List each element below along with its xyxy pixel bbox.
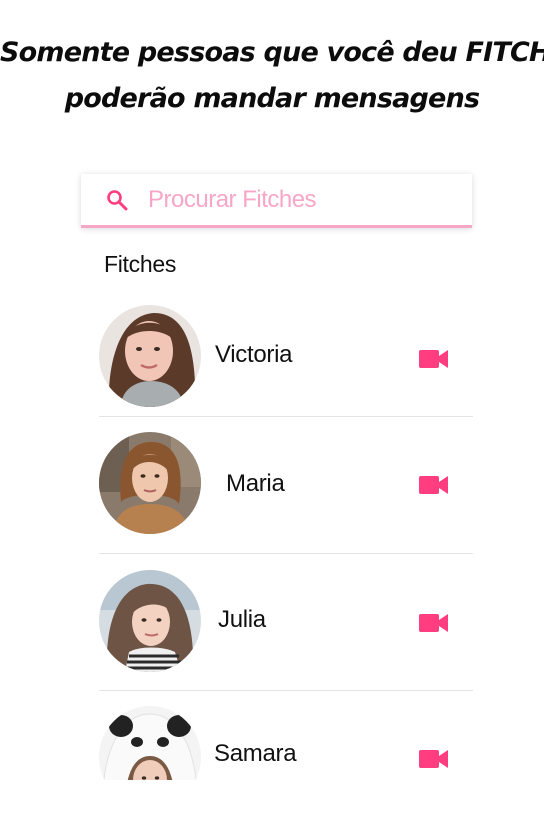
search-input[interactable] — [148, 185, 448, 214]
avatar — [99, 305, 201, 407]
video-camera-icon[interactable] — [419, 613, 449, 633]
divider — [99, 416, 473, 417]
avatar — [99, 432, 201, 534]
video-camera-icon[interactable] — [419, 349, 449, 369]
contact-name: Victoria — [215, 341, 293, 368]
divider — [99, 553, 473, 554]
headline-line-1: Somente pessoas que você deu FITCH — [0, 37, 544, 68]
list-item[interactable]: Victoria — [99, 305, 473, 417]
contact-name: Julia — [218, 606, 266, 633]
video-camera-icon[interactable] — [419, 749, 449, 769]
search-bar[interactable] — [81, 174, 472, 228]
avatar — [99, 570, 201, 672]
contact-name: Maria — [226, 470, 285, 497]
search-icon — [104, 187, 130, 213]
headline-line-2: poderão mandar mensagens — [64, 83, 480, 114]
section-title: Fitches — [104, 251, 177, 277]
avatar — [99, 706, 201, 780]
list-item[interactable]: Samara — [99, 706, 473, 780]
contact-name: Samara — [214, 740, 297, 767]
divider — [99, 690, 473, 691]
list-item[interactable]: Maria — [99, 432, 473, 554]
headline: Somente pessoas que você deu FITCH poder… — [0, 30, 544, 122]
video-camera-icon[interactable] — [419, 475, 449, 495]
list-item[interactable]: Julia — [99, 570, 473, 691]
